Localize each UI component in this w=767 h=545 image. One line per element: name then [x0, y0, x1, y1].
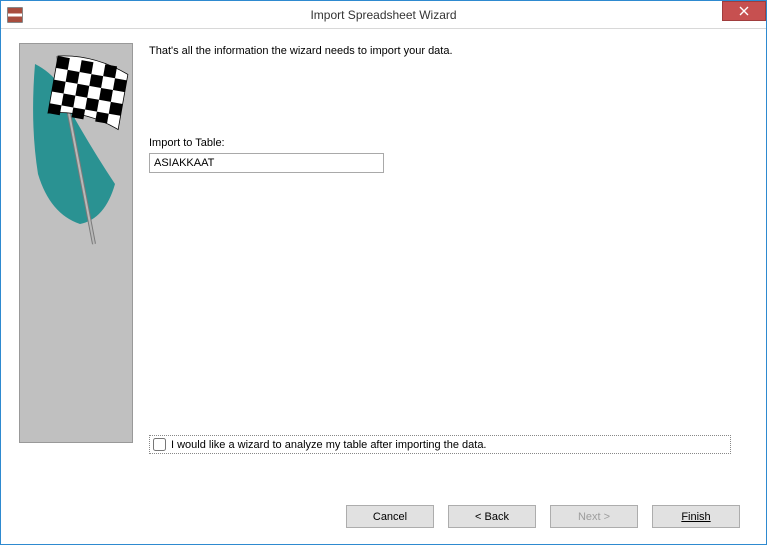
finish-button[interactable]: Finish [652, 505, 740, 528]
content-area: That's all the information the wizard ne… [1, 29, 766, 544]
analyze-option-row: I would like a wizard to analyze my tabl… [149, 435, 731, 454]
button-row: Cancel < Back Next > Finish [19, 505, 748, 532]
intro-text: That's all the information the wizard ne… [149, 45, 748, 57]
import-to-table-label: Import to Table: [149, 137, 748, 149]
cancel-button[interactable]: Cancel [346, 505, 434, 528]
close-button[interactable] [722, 1, 766, 21]
main-area: That's all the information the wizard ne… [19, 43, 748, 494]
next-button[interactable]: Next > [550, 505, 638, 528]
back-button[interactable]: < Back [448, 505, 536, 528]
separator [19, 494, 748, 495]
wizard-banner-image [19, 43, 133, 443]
titlebar: Import Spreadsheet Wizard [1, 1, 766, 29]
window-title: Import Spreadsheet Wizard [1, 8, 766, 22]
import-to-table-input[interactable] [149, 153, 384, 173]
form-area: That's all the information the wizard ne… [149, 43, 748, 494]
app-icon [7, 7, 23, 23]
close-icon [739, 6, 749, 16]
analyze-checkbox[interactable] [153, 438, 166, 451]
analyze-label[interactable]: I would like a wizard to analyze my tabl… [171, 439, 487, 451]
wizard-window: Import Spreadsheet Wizard [0, 0, 767, 545]
